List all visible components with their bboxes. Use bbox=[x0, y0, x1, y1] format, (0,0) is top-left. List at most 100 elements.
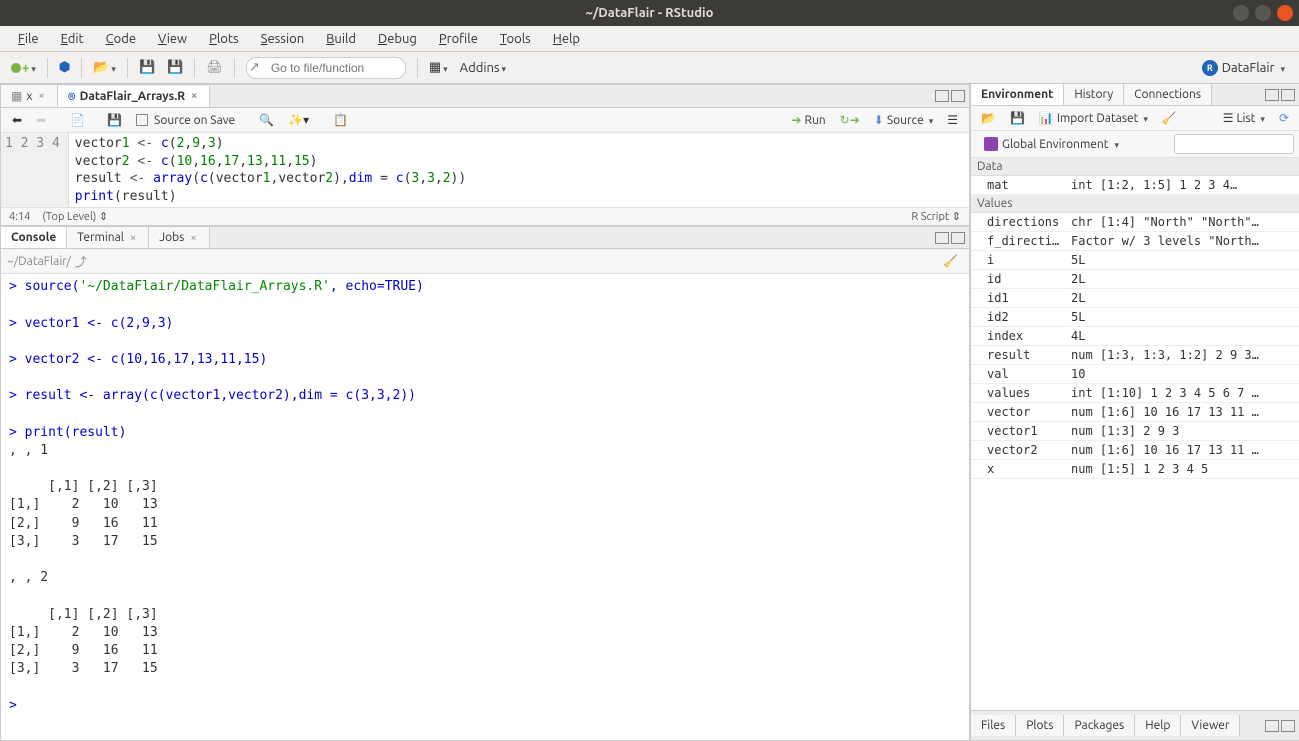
source-pane: ▦x×®DataFlair_Arrays.R× ⬅ ➡ 📄 💾 Source o… bbox=[0, 84, 970, 226]
menu-build[interactable]: Build bbox=[316, 29, 366, 49]
environment-scope-selector[interactable]: Global Environment bbox=[976, 135, 1127, 153]
env-row[interactable]: valuesint [1:10] 1 2 3 4 5 6 7 … bbox=[971, 384, 1299, 403]
console-tab-terminal[interactable]: Terminal× bbox=[67, 227, 149, 248]
console-output[interactable]: > source('~/DataFlair/DataFlair_Arrays.R… bbox=[1, 274, 969, 740]
code-editor[interactable]: 1 2 3 4 vector1 <- c(2,9,3) vector2 <- c… bbox=[1, 133, 969, 207]
maximize-pane-icon[interactable] bbox=[1281, 89, 1295, 101]
grid-button[interactable]: ▦ bbox=[424, 57, 453, 78]
close-tab-icon[interactable]: × bbox=[128, 232, 138, 244]
compile-report-button[interactable]: 📋 bbox=[328, 111, 353, 129]
env-row[interactable]: id12L bbox=[971, 289, 1299, 308]
source-on-save-toggle[interactable]: Source on Save bbox=[131, 112, 240, 129]
minimize-button[interactable] bbox=[1233, 5, 1249, 21]
rerun-button[interactable]: ↻➔ bbox=[835, 111, 865, 129]
close-tab-icon[interactable]: × bbox=[36, 90, 46, 102]
env-row[interactable]: resultnum [1:3, 1:3, 1:2] 2 9 3… bbox=[971, 346, 1299, 365]
menu-help[interactable]: Help bbox=[543, 29, 590, 49]
br-tab-files[interactable]: Files bbox=[971, 715, 1016, 736]
open-file-button[interactable]: 📂 bbox=[88, 57, 121, 78]
environment-search-input[interactable] bbox=[1174, 134, 1294, 154]
close-button[interactable] bbox=[1277, 5, 1293, 21]
minimize-pane-icon[interactable] bbox=[1265, 89, 1279, 101]
menu-tools[interactable]: Tools bbox=[490, 29, 541, 49]
maximize-pane-icon[interactable] bbox=[951, 90, 965, 102]
console-path-icon[interactable]: ⤴ bbox=[75, 253, 87, 270]
source-tab[interactable]: ®DataFlair_Arrays.R× bbox=[58, 86, 211, 107]
env-tab-environment[interactable]: Environment bbox=[971, 84, 1064, 105]
goto-function-field[interactable]: ↗ bbox=[241, 54, 411, 82]
br-tab-plots[interactable]: Plots bbox=[1016, 715, 1064, 736]
br-tab-help[interactable]: Help bbox=[1135, 715, 1181, 736]
print-button[interactable]: 🖨 bbox=[201, 57, 228, 78]
refresh-button[interactable]: ⟳ bbox=[1274, 109, 1294, 127]
env-row[interactable]: f_directi…Factor w/ 3 levels "North… bbox=[971, 232, 1299, 251]
window-title: ~/DataFlair - RStudio bbox=[586, 6, 714, 20]
load-workspace-button[interactable]: 📂 bbox=[976, 109, 1001, 127]
br-tab-packages[interactable]: Packages bbox=[1064, 715, 1135, 736]
main-toolbar: + ⬢ 📂 💾 💾 🖨 ↗ ▦ Addins R DataFlair bbox=[0, 52, 1299, 84]
forward-button[interactable]: ➡ bbox=[31, 111, 51, 129]
menu-code[interactable]: Code bbox=[96, 29, 146, 49]
source-tab[interactable]: ▦x× bbox=[1, 85, 58, 107]
save-source-button[interactable]: 💾 bbox=[102, 111, 127, 129]
env-row[interactable]: xnum [1:5] 1 2 3 4 5 bbox=[971, 460, 1299, 479]
save-workspace-button[interactable]: 💾 bbox=[1005, 109, 1030, 127]
env-row[interactable]: i5L bbox=[971, 251, 1299, 270]
back-button[interactable]: ⬅ bbox=[7, 111, 27, 129]
env-row[interactable]: vector1num [1:3] 2 9 3 bbox=[971, 422, 1299, 441]
minimize-pane-icon[interactable] bbox=[935, 232, 949, 244]
menu-session[interactable]: Session bbox=[251, 29, 314, 49]
minimize-pane-icon[interactable] bbox=[1265, 720, 1279, 732]
maximize-pane-icon[interactable] bbox=[951, 232, 965, 244]
new-project-button[interactable]: ⬢ bbox=[54, 57, 75, 78]
environment-toolbar: 📂 💾 📊 Import Dataset 🧹 ☰ List ⟳ bbox=[971, 106, 1299, 131]
addins-button[interactable]: Addins bbox=[455, 58, 511, 78]
show-in-new-window-button[interactable]: 📄 bbox=[65, 111, 90, 129]
env-row[interactable]: index4L bbox=[971, 327, 1299, 346]
env-row[interactable]: id25L bbox=[971, 308, 1299, 327]
br-tab-viewer[interactable]: Viewer bbox=[1181, 715, 1240, 736]
env-row[interactable]: matint [1:2, 1:5] 1 2 3 4… bbox=[971, 176, 1299, 195]
menu-plots[interactable]: Plots bbox=[199, 29, 249, 49]
clear-console-button[interactable]: 🧹 bbox=[938, 252, 963, 270]
maximize-button[interactable] bbox=[1255, 5, 1271, 21]
console-toolbar: ~/DataFlair/ ⤴ 🧹 bbox=[1, 249, 969, 274]
minimize-pane-icon[interactable] bbox=[935, 90, 949, 102]
find-button[interactable]: 🔍 bbox=[254, 111, 279, 129]
list-view-button[interactable]: ☰ List bbox=[1218, 109, 1270, 127]
env-tab-history[interactable]: History bbox=[1064, 84, 1124, 105]
menu-edit[interactable]: Edit bbox=[51, 29, 94, 49]
save-all-button[interactable]: 💾 bbox=[162, 57, 188, 78]
env-row[interactable]: val10 bbox=[971, 365, 1299, 384]
close-tab-icon[interactable]: × bbox=[189, 90, 199, 102]
close-tab-icon[interactable]: × bbox=[188, 232, 198, 244]
wand-button[interactable]: ✨▾ bbox=[283, 111, 314, 129]
env-row[interactable]: id2L bbox=[971, 270, 1299, 289]
import-dataset-button[interactable]: 📊 Import Dataset bbox=[1034, 109, 1153, 127]
source-button[interactable]: ⬇ Source bbox=[869, 111, 938, 129]
console-tab-console[interactable]: Console bbox=[1, 227, 67, 248]
goto-function-input[interactable] bbox=[246, 57, 406, 79]
console-tab-jobs[interactable]: Jobs× bbox=[149, 227, 209, 248]
project-selector[interactable]: R DataFlair bbox=[1194, 57, 1293, 79]
run-button[interactable]: ➔ Run bbox=[786, 111, 830, 129]
environment-table[interactable]: Datamatint [1:2, 1:5] 1 2 3 4…Valuesdire… bbox=[971, 158, 1299, 710]
new-file-button[interactable]: + bbox=[6, 58, 41, 78]
clear-workspace-button[interactable]: 🧹 bbox=[1157, 109, 1182, 127]
menu-profile[interactable]: Profile bbox=[429, 29, 488, 49]
menu-view[interactable]: View bbox=[148, 29, 197, 49]
language-selector[interactable]: R Script ⇕ bbox=[911, 210, 961, 223]
env-tab-connections[interactable]: Connections bbox=[1124, 84, 1212, 105]
env-row[interactable]: vectornum [1:6] 10 16 17 13 11 … bbox=[971, 403, 1299, 422]
outline-button[interactable]: ☰ bbox=[942, 111, 963, 129]
menu-debug[interactable]: Debug bbox=[368, 29, 427, 49]
save-button[interactable]: 💾 bbox=[134, 57, 160, 78]
scope-selector[interactable]: (Top Level) ⇕ bbox=[42, 210, 108, 223]
env-row[interactable]: vector2num [1:6] 10 16 17 13 11 … bbox=[971, 441, 1299, 460]
menu-file[interactable]: File bbox=[8, 29, 49, 49]
env-section-header: Values bbox=[971, 195, 1299, 213]
env-row[interactable]: directionschr [1:4] "North" "North"… bbox=[971, 213, 1299, 232]
maximize-pane-icon[interactable] bbox=[1281, 720, 1295, 732]
globe-icon bbox=[984, 137, 998, 151]
source-statusbar: 4:14 (Top Level) ⇕ R Script ⇕ bbox=[1, 207, 969, 225]
